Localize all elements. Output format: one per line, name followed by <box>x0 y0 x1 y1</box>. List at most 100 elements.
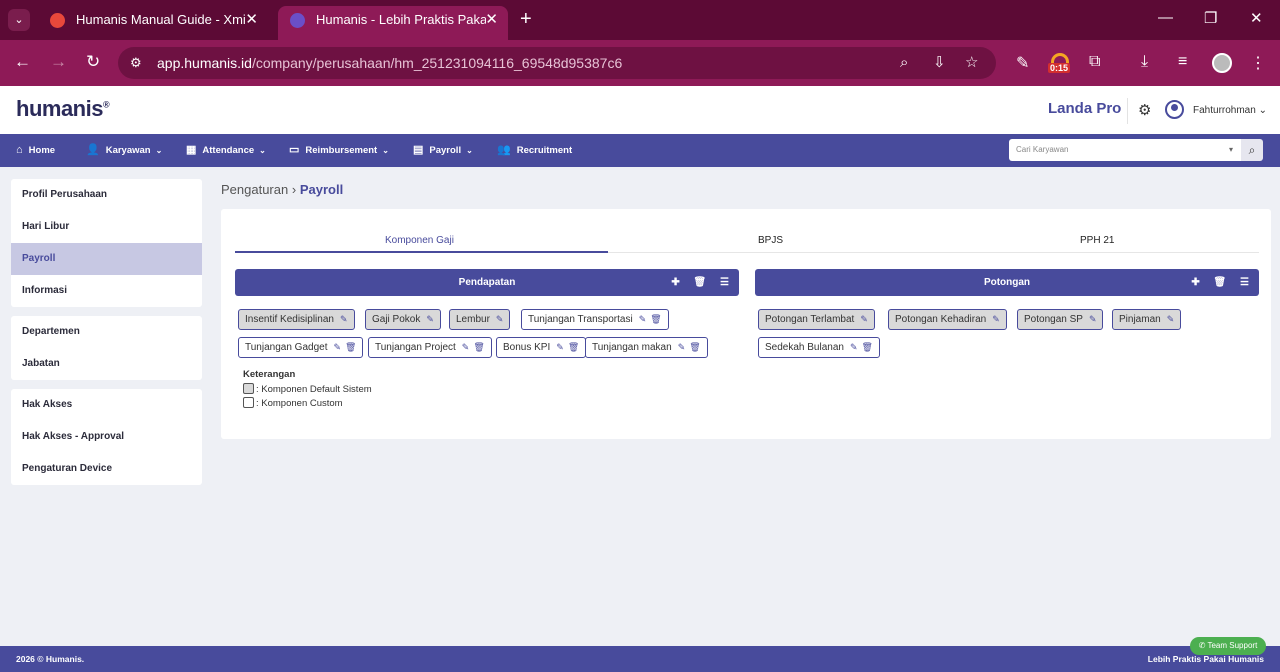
team-support-button[interactable]: ✆ Team Support <box>1190 637 1266 655</box>
new-tab-button[interactable]: + <box>520 8 532 31</box>
back-icon[interactable]: ← <box>14 52 31 72</box>
settings-gear-icon[interactable]: ⚙ <box>1138 101 1151 119</box>
app-header: humanis® Landa Pro ⚙ Fahturrohman ⌄ <box>0 86 1280 134</box>
custom-swatch <box>243 397 254 408</box>
nav-home[interactable]: ⌂ Home <box>16 134 55 167</box>
sidebar-item-pengaturan-device[interactable]: Pengaturan Device <box>11 453 202 485</box>
sidebar-item-informasi[interactable]: Informasi <box>11 275 202 307</box>
sidebar-item-profil-perusahaan[interactable]: Profil Perusahaan <box>11 179 202 211</box>
chip-lembur[interactable]: Lembur ✎ <box>449 309 511 330</box>
chip-bonus-kpi[interactable]: Bonus KPI ✎ 🗑 <box>496 337 587 358</box>
edit-icon[interactable]: ✎ <box>333 342 341 352</box>
browser-tab-humanis[interactable]: Humanis - Lebih Praktis Pakai Humanis ✕ <box>278 6 508 40</box>
edit-icon[interactable]: ✎ <box>496 314 504 324</box>
chip-pinjaman[interactable]: Pinjaman ✎ <box>1112 309 1182 330</box>
chip-tunjangan-project[interactable]: Tunjangan Project ✎ 🗑 <box>368 337 492 358</box>
tab-bpjs[interactable]: BPJS <box>758 235 783 246</box>
trash-icon[interactable]: 🗑 <box>345 342 356 352</box>
add-icon[interactable]: ✚ <box>671 277 679 288</box>
install-app-icon[interactable]: ⇩ <box>933 47 946 79</box>
calendar-icon: ▦ <box>186 144 197 156</box>
restore-icon[interactable]: ❐ <box>1204 9 1217 27</box>
potongan-title: Potongan <box>983 277 1031 288</box>
edit-icon[interactable]: ✎ <box>850 342 858 352</box>
chip-tunjangan-transportasi[interactable]: Tunjangan Transportasi ✎ 🗑 <box>521 309 669 330</box>
chip-sedekah-bulanan[interactable]: Sedekah Bulanan ✎ 🗑 <box>758 337 880 358</box>
tab-komponen-gaji[interactable]: Komponen Gaji <box>385 235 454 246</box>
add-icon[interactable]: ✚ <box>1191 277 1199 288</box>
url-host: app.humanis.id <box>157 55 252 71</box>
media-control-icon[interactable]: ≡ <box>1178 53 1187 71</box>
forward-icon[interactable]: → <box>50 52 67 72</box>
bookmark-star-icon[interactable]: ☆ <box>965 47 978 79</box>
trash-icon[interactable]: 🗑 <box>650 314 661 324</box>
nav-karyawan[interactable]: 👤 Karyawan ⌄ <box>86 134 162 167</box>
user-avatar[interactable] <box>1165 100 1184 119</box>
browser-profile-avatar[interactable] <box>1212 53 1232 73</box>
edit-icon[interactable]: ✎ <box>340 314 348 324</box>
nav-reimbursement[interactable]: ▭ Reimbursement ⌄ <box>289 134 389 167</box>
sidebar-item-hari-libur[interactable]: Hari Libur <box>11 211 202 243</box>
browser-toolbar: ← → ↻ ⚙ app.humanis.id/company/perusahaa… <box>0 40 1280 86</box>
sidebar-item-payroll[interactable]: Payroll <box>11 243 202 275</box>
trash-icon[interactable]: 🗑 <box>689 342 700 352</box>
search-icon[interactable]: ⌕ <box>1241 139 1263 161</box>
close-tab-icon[interactable]: ✕ <box>485 6 498 34</box>
list-icon[interactable]: ☰ <box>720 277 729 288</box>
extensions-puzzle-icon[interactable]: ⧉ <box>1089 53 1100 71</box>
legend: Keterangan : Komponen Default Sistem : K… <box>243 369 372 411</box>
reload-icon[interactable]: ↻ <box>86 52 100 72</box>
edit-icon[interactable]: ✎ <box>639 314 647 324</box>
nav-attendance[interactable]: ▦ Attendance ⌄ <box>186 134 266 167</box>
potongan-header: Potongan ✚ 🗑 ☰ <box>755 269 1259 296</box>
browser-menu-icon[interactable]: ⋮ <box>1250 53 1266 73</box>
chip-potongan-kehadiran[interactable]: Potongan Kehadiran ✎ <box>888 309 1007 330</box>
breadcrumb-separator: › <box>291 182 297 197</box>
timer-extension-icon[interactable]: 0:15 <box>1048 53 1072 77</box>
users-icon: 👥 <box>497 144 511 156</box>
edit-icon[interactable]: ✎ <box>556 342 564 352</box>
edit-icon[interactable]: ✎ <box>678 342 686 352</box>
nav-recruitment[interactable]: 👥 Recruitment <box>497 134 572 167</box>
edit-icon[interactable]: ✎ <box>426 314 434 324</box>
trash-icon[interactable]: 🗑 <box>568 342 579 352</box>
edit-icon[interactable]: ✎ <box>1089 314 1097 324</box>
humanis-logo[interactable]: humanis® <box>16 96 110 122</box>
edit-icon[interactable]: ✎ <box>992 314 1000 324</box>
chip-tunjangan-gadget[interactable]: Tunjangan Gadget ✎ 🗑 <box>238 337 364 358</box>
close-window-icon[interactable]: ✕ <box>1250 9 1263 27</box>
minimize-icon[interactable]: — <box>1158 9 1173 26</box>
chip-tunjangan-makan[interactable]: Tunjangan makan ✎ 🗑 <box>585 337 708 358</box>
edit-icon[interactable]: ✎ <box>462 342 470 352</box>
chip-insentif-kedisiplinan[interactable]: Insentif Kedisiplinan ✎ <box>238 309 355 330</box>
site-info-icon[interactable]: ⚙ <box>130 47 142 79</box>
address-bar[interactable]: ⚙ app.humanis.id/company/perusahaan/hm_2… <box>118 47 996 79</box>
default-swatch <box>243 383 254 394</box>
sidebar-item-jabatan[interactable]: Jabatan <box>11 348 202 380</box>
extension-feather-icon[interactable]: ✎ <box>1016 53 1029 73</box>
tab-title: Humanis Manual Guide - Xmind <box>76 12 246 27</box>
zoom-icon[interactable]: ⌕ <box>900 47 908 79</box>
trash-icon[interactable]: 🗑 <box>473 342 484 352</box>
sidebar-item-hak-akses[interactable]: Hak Akses <box>11 389 202 421</box>
chip-gaji-pokok[interactable]: Gaji Pokok ✎ <box>365 309 441 330</box>
close-tab-icon[interactable]: ✕ <box>245 6 258 34</box>
downloads-icon[interactable]: ⤓ <box>1141 53 1148 71</box>
sidebar-item-departemen[interactable]: Departemen <box>11 316 202 348</box>
list-icon[interactable]: ☰ <box>1240 277 1249 288</box>
chip-potongan-sp[interactable]: Potongan SP ✎ <box>1017 309 1104 330</box>
edit-icon[interactable]: ✎ <box>1167 314 1175 324</box>
browser-tab-xmind[interactable]: Humanis Manual Guide - Xmind ✕ <box>38 6 268 40</box>
nav-payroll[interactable]: ▤ Payroll ⌄ <box>413 134 473 167</box>
breadcrumb-parent[interactable]: Pengaturan <box>221 182 288 197</box>
tab-search-button[interactable]: ⌄ <box>8 9 30 31</box>
user-menu[interactable]: Fahturrohman ⌄ <box>1193 105 1267 116</box>
trash-icon[interactable]: 🗑 <box>694 277 707 288</box>
trash-icon[interactable]: 🗑 <box>862 342 873 352</box>
trash-icon[interactable]: 🗑 <box>1214 277 1227 288</box>
tab-pph-21[interactable]: PPH 21 <box>1080 235 1114 246</box>
edit-icon[interactable]: ✎ <box>860 314 868 324</box>
sidebar-item-hak-akses-approval[interactable]: Hak Akses - Approval <box>11 421 202 453</box>
chip-potongan-terlambat[interactable]: Potongan Terlambat ✎ <box>758 309 875 330</box>
employee-search-select[interactable]: Cari Karyawan ▾ <box>1009 139 1241 161</box>
